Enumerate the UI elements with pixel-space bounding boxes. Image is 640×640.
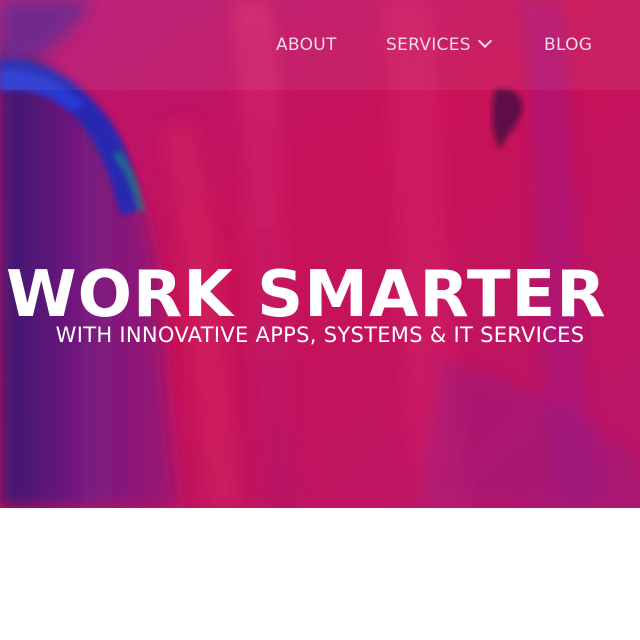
- nav-item-about[interactable]: ABOUT: [276, 34, 337, 56]
- hero-tagline: WITH INNOVATIVE APPS, SYSTEMS & IT SERVI…: [55, 323, 585, 347]
- nav-item-blog[interactable]: BLOG: [544, 34, 592, 56]
- chevron-down-icon: [477, 33, 492, 49]
- nav-item-services-label: SERVICES: [386, 35, 471, 55]
- content-area: [0, 508, 640, 640]
- hero-section: ABOUT SERVICES BLOG WORK SMARTER WITH IN…: [0, 0, 640, 508]
- main-nav: ABOUT SERVICES BLOG: [0, 33, 640, 58]
- nav-item-services[interactable]: SERVICES: [386, 33, 492, 56]
